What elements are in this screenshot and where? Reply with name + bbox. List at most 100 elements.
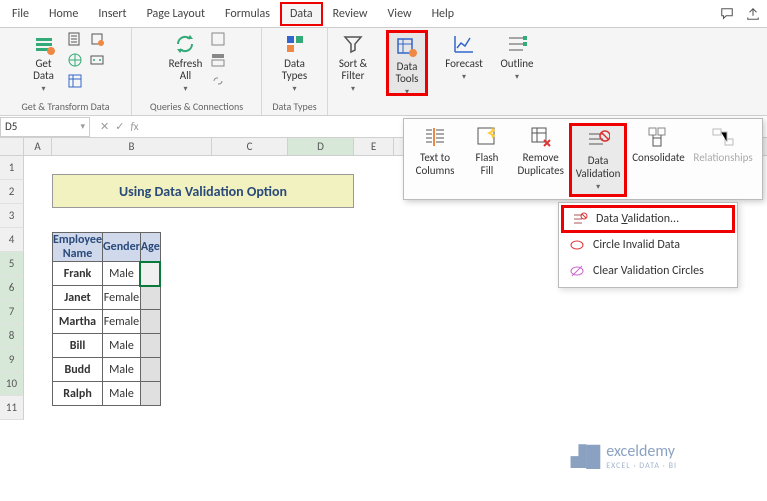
remove-duplicates-button[interactable]: RemoveDuplicates (514, 123, 567, 179)
existing-connections-button[interactable] (87, 51, 107, 71)
col-header-a[interactable]: A (24, 138, 52, 155)
cell[interactable]: Ralph (53, 382, 103, 406)
refresh-icon (173, 32, 197, 56)
data-validation-menu-icon (572, 211, 588, 227)
sort-filter-button[interactable]: Sort &Filter (334, 30, 372, 96)
cell[interactable]: Male (103, 262, 141, 286)
relationships-icon (711, 125, 735, 149)
cell[interactable]: Janet (53, 286, 103, 310)
recent-sources-button[interactable] (87, 30, 107, 50)
row-header[interactable]: 7 (0, 300, 24, 324)
data-table: Employee Name Gender Age FrankMale Janet… (52, 232, 161, 406)
text-to-columns-icon (423, 125, 447, 149)
cell[interactable] (140, 358, 160, 382)
tab-data[interactable]: Data (280, 2, 323, 26)
data-types-button[interactable]: DataTypes (276, 30, 314, 96)
cell[interactable] (140, 334, 160, 358)
refresh-all-button[interactable]: RefreshAll (165, 30, 207, 96)
forecast-button[interactable]: Forecast (441, 30, 487, 96)
name-box[interactable]: D5▾ (0, 117, 90, 137)
cell[interactable] (140, 382, 160, 406)
menu-circle-invalid[interactable]: Circle Invalid Data (559, 232, 737, 258)
flash-fill-button[interactable]: FlashFill (462, 123, 512, 179)
cell[interactable]: Martha (53, 310, 103, 334)
group-label-queries: Queries & Connections (132, 100, 261, 113)
funnel-icon (341, 32, 365, 56)
row-header[interactable]: 6 (0, 276, 24, 300)
row-header[interactable]: 9 (0, 348, 24, 372)
queries-connections-button[interactable] (208, 30, 228, 50)
cell-d5[interactable] (140, 262, 160, 286)
cell[interactable]: Frank (53, 262, 103, 286)
outline-button[interactable]: Outline (496, 30, 537, 96)
col-header-e[interactable]: E (354, 138, 394, 155)
th-gender[interactable]: Gender (103, 233, 141, 262)
data-validation-icon (586, 128, 610, 152)
row-header[interactable]: 1 (0, 156, 24, 180)
clear-circles-icon (569, 263, 585, 279)
from-table-button[interactable] (65, 72, 85, 92)
th-employee-name[interactable]: Employee Name (53, 233, 103, 262)
forecast-icon (452, 32, 476, 56)
ribbon-tabs: File Home Insert Page Layout Formulas Da… (0, 0, 767, 28)
enter-formula-icon[interactable]: ✓ (115, 120, 124, 133)
row-header[interactable]: 10 (0, 372, 24, 396)
group-label-get-transform: Get & Transform Data (0, 100, 131, 113)
col-header-b[interactable]: B (52, 138, 212, 155)
cell[interactable]: Male (103, 382, 141, 406)
from-text-csv-button[interactable] (65, 30, 85, 50)
edit-links-button[interactable] (208, 72, 228, 92)
data-validation-button[interactable]: DataValidation (569, 123, 627, 197)
tab-insert[interactable]: Insert (88, 2, 136, 26)
row-header[interactable]: 2 (0, 180, 24, 204)
sheet-title[interactable]: Using Data Validation Option (52, 174, 354, 208)
fx-icon[interactable]: fx (130, 120, 138, 133)
remove-duplicates-icon (529, 125, 553, 149)
cell[interactable]: Budd (53, 358, 103, 382)
row-header[interactable]: 5 (0, 252, 24, 276)
data-validation-menu: Data Validation... Circle Invalid Data C… (558, 202, 738, 288)
cell[interactable]: Female (103, 286, 141, 310)
tab-view[interactable]: View (378, 2, 422, 26)
cancel-formula-icon[interactable]: ✕ (100, 120, 109, 133)
watermark: ▟█ exceldemy EXCEL · DATA · BI (571, 442, 677, 471)
group-label-data-types: Data Types (262, 100, 327, 113)
tab-formulas[interactable]: Formulas (215, 2, 280, 26)
row-header[interactable]: 8 (0, 324, 24, 348)
data-tools-button[interactable]: DataTools (386, 30, 428, 96)
tab-review[interactable]: Review (323, 2, 378, 26)
tab-page-layout[interactable]: Page Layout (137, 2, 215, 26)
data-tools-panel: Text toColumns FlashFill RemoveDuplicate… (403, 118, 763, 200)
circle-invalid-icon (569, 237, 585, 253)
outline-icon (505, 32, 529, 56)
cell[interactable] (140, 286, 160, 310)
share-icon[interactable] (741, 2, 765, 26)
from-web-button[interactable] (65, 51, 85, 71)
select-all-cell[interactable] (0, 138, 24, 155)
cell[interactable]: Male (103, 358, 141, 382)
cell[interactable]: Female (103, 310, 141, 334)
menu-data-validation[interactable]: Data Validation... (561, 205, 735, 233)
menu-clear-circles[interactable]: Clear Validation Circles (559, 258, 737, 284)
tab-home[interactable]: Home (39, 2, 88, 26)
col-header-d[interactable]: D (288, 138, 354, 155)
comments-icon[interactable] (715, 2, 739, 26)
tab-file[interactable]: File (2, 2, 39, 26)
th-age[interactable]: Age (140, 233, 160, 262)
cell[interactable]: Male (103, 334, 141, 358)
text-to-columns-button[interactable]: Text toColumns (410, 123, 460, 179)
relationships-button: Relationships (690, 123, 756, 166)
cell[interactable] (140, 310, 160, 334)
data-tools-icon (395, 35, 419, 59)
row-header[interactable]: 3 (0, 204, 24, 228)
consolidate-button[interactable]: Consolidate (629, 123, 688, 166)
get-data-icon (32, 32, 56, 56)
row-header[interactable]: 11 (0, 396, 24, 420)
col-header-c[interactable]: C (212, 138, 288, 155)
cell[interactable]: Bill (53, 334, 103, 358)
get-data-button[interactable]: GetData (25, 30, 63, 96)
consolidate-icon (646, 125, 670, 149)
properties-button[interactable] (208, 51, 228, 71)
tab-help[interactable]: Help (422, 2, 465, 26)
row-header[interactable]: 4 (0, 228, 24, 252)
